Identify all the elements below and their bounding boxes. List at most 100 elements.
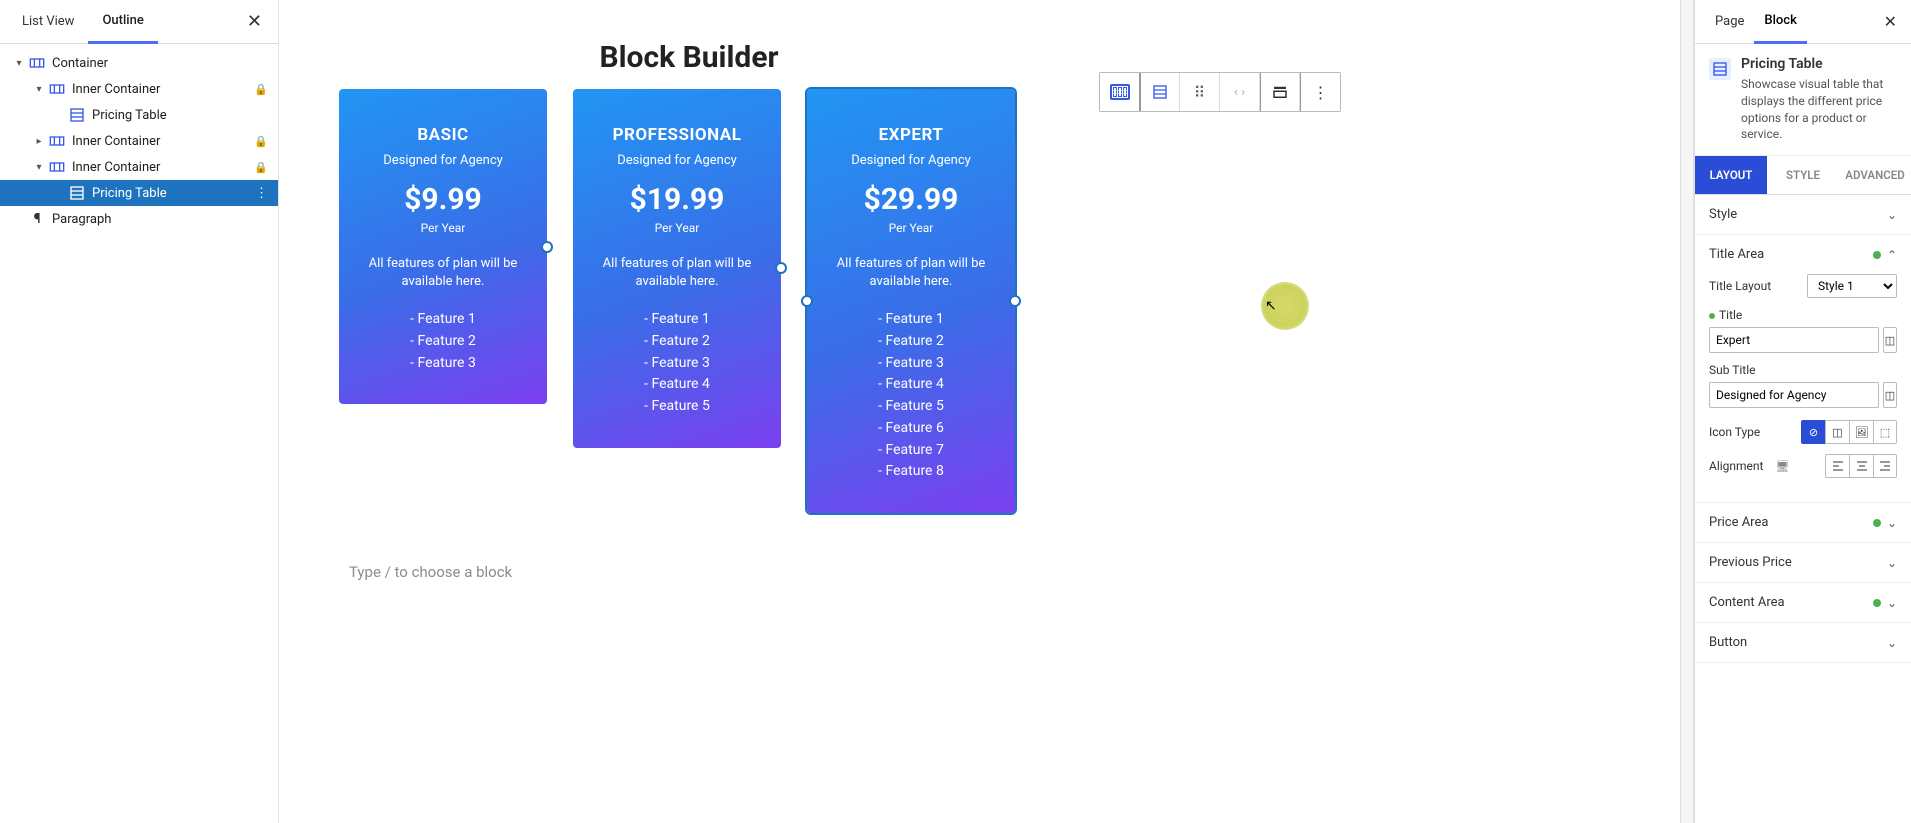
close-right-panel[interactable]: ✕ [1880, 8, 1901, 35]
move-arrows[interactable]: ‹ › [1220, 73, 1260, 111]
drag-handle[interactable]: ⠿ [1180, 73, 1220, 111]
input-title[interactable] [1709, 327, 1879, 353]
input-subtitle[interactable] [1709, 382, 1879, 408]
icon-type-svg[interactable]: ⬚ [1873, 420, 1897, 444]
card-description: All features of plan will be available h… [591, 255, 763, 291]
icon-type-icon[interactable]: ◫ [1825, 420, 1849, 444]
pricing-card[interactable]: PROFESSIONAL Designed for Agency $19.99 … [573, 89, 781, 448]
card-title: EXPERT [825, 125, 997, 145]
responsive-icon[interactable]: 🖥 [1775, 460, 1789, 473]
align-left[interactable] [1825, 454, 1849, 478]
resize-handle[interactable] [801, 295, 813, 307]
card-description: All features of plan will be available h… [357, 255, 529, 291]
resize-handle[interactable] [541, 241, 553, 253]
right-panel-tabs: Page Block ✕ [1695, 0, 1911, 44]
right-panel: Page Block ✕ Pricing Table Showcase visu… [1694, 0, 1911, 823]
scrollbar[interactable] [1680, 0, 1694, 823]
tree-pricing-1[interactable]: Pricing Table [0, 102, 278, 128]
tree-label: Paragraph [52, 212, 268, 227]
active-indicator [1873, 519, 1881, 527]
section-title-area[interactable]: Title Area ⌃ [1695, 235, 1911, 274]
dynamic-content-button[interactable]: ◫ [1883, 327, 1897, 353]
feature-item: - Feature 1 [357, 309, 529, 331]
lock-icon: 🔒 [254, 161, 268, 174]
resize-handle[interactable] [1009, 295, 1021, 307]
section-style[interactable]: Style ⌄ [1695, 195, 1911, 234]
select-title-layout[interactable]: Style 1 [1807, 274, 1897, 298]
tab-list-view[interactable]: List View [8, 0, 88, 44]
card-features: - Feature 1- Feature 2- Feature 3- Featu… [591, 309, 763, 417]
container-icon [28, 54, 46, 72]
parent-block-button[interactable] [1100, 73, 1140, 111]
container-icon [48, 132, 66, 150]
tab-block[interactable]: Block [1754, 0, 1806, 44]
chevron-down-icon: ⌄ [1887, 556, 1897, 570]
card-subtitle: Designed for Agency [825, 153, 997, 168]
chevron-down-icon[interactable]: ▾ [10, 58, 28, 69]
subtab-layout[interactable]: LAYOUT [1695, 156, 1767, 194]
tree-container[interactable]: ▾ Container [0, 50, 278, 76]
icon-type-none[interactable]: ⊘ [1801, 420, 1825, 444]
tab-page[interactable]: Page [1705, 0, 1754, 44]
label-title-layout: Title Layout [1709, 279, 1771, 293]
section-button[interactable]: Button ⌄ [1695, 623, 1911, 662]
align-center[interactable] [1849, 454, 1873, 478]
feature-item: - Feature 8 [825, 461, 997, 483]
block-type-button[interactable] [1140, 73, 1180, 111]
tree-inner-1[interactable]: ▾ Inner Container 🔒 [0, 76, 278, 102]
tree-label: Pricing Table [92, 108, 268, 123]
subtab-style[interactable]: STYLE [1767, 156, 1839, 194]
feature-item: - Feature 6 [825, 418, 997, 440]
feature-item: - Feature 3 [825, 353, 997, 375]
label-icon-type: Icon Type [1709, 425, 1760, 439]
subtab-advanced[interactable]: ADVANCED [1839, 156, 1911, 194]
resize-handle[interactable] [775, 262, 787, 274]
section-price-area[interactable]: Price Area ⌄ [1695, 503, 1911, 542]
block-header: Pricing Table Showcase visual table that… [1695, 44, 1911, 156]
tree-paragraph[interactable]: ¶ Paragraph [0, 206, 278, 232]
more-options[interactable]: ⋮ [1300, 73, 1340, 111]
pricing-card[interactable]: EXPERT Designed for Agency $29.99 Per Ye… [807, 89, 1015, 513]
tree-inner-2[interactable]: ▸ Inner Container 🔒 [0, 128, 278, 154]
chevron-right-icon[interactable]: ▸ [30, 136, 48, 147]
card-description: All features of plan will be available h… [825, 255, 997, 291]
chevron-down-icon[interactable]: ▾ [30, 162, 48, 173]
pricing-cards-row: BASIC Designed for Agency $9.99 Per Year… [339, 89, 1620, 513]
lock-icon: 🔒 [254, 135, 268, 148]
feature-item: - Feature 1 [825, 309, 997, 331]
align-button[interactable] [1260, 73, 1300, 111]
card-price: $29.99 [825, 182, 997, 217]
tab-outline[interactable]: Outline [88, 0, 157, 44]
label-alignment: Alignment [1709, 459, 1763, 473]
chevron-down-icon[interactable]: ▾ [30, 84, 48, 95]
card-subtitle: Designed for Agency [357, 153, 529, 168]
feature-item: - Feature 7 [825, 440, 997, 462]
section-content-area[interactable]: Content Area ⌄ [1695, 583, 1911, 622]
left-panel: List View Outline ✕ ▾ Container ▾ Inner … [0, 0, 279, 823]
feature-item: - Feature 2 [357, 331, 529, 353]
block-placeholder[interactable]: Type / to choose a block [339, 563, 1620, 581]
feature-item: - Feature 1 [591, 309, 763, 331]
section-previous-price[interactable]: Previous Price ⌄ [1695, 543, 1911, 582]
tree-label: Inner Container [72, 82, 254, 97]
label-subtitle: Sub Title [1709, 363, 1756, 377]
block-name: Pricing Table [1741, 56, 1897, 72]
more-icon[interactable]: ⋮ [255, 186, 268, 201]
align-right[interactable] [1873, 454, 1897, 478]
card-price: $9.99 [357, 182, 529, 217]
close-left-panel[interactable]: ✕ [239, 7, 270, 36]
active-indicator [1709, 313, 1715, 319]
canvas[interactable]: Block Builder BASIC Designed for Agency … [279, 0, 1680, 823]
pricing-card[interactable]: BASIC Designed for Agency $9.99 Per Year… [339, 89, 547, 404]
lock-icon: 🔒 [254, 83, 268, 96]
tree-pricing-selected[interactable]: Pricing Table ⋮ [0, 180, 278, 206]
pricing-table-icon [68, 184, 86, 202]
tree-label: Container [52, 56, 268, 71]
label-title: Title [1719, 308, 1742, 322]
icon-type-image[interactable]: 🖼 [1849, 420, 1873, 444]
pricing-table-icon [68, 106, 86, 124]
outline-tree: ▾ Container ▾ Inner Container 🔒 Pricing … [0, 44, 278, 238]
tree-inner-3[interactable]: ▾ Inner Container 🔒 [0, 154, 278, 180]
chevron-down-icon: ⌄ [1887, 208, 1897, 222]
dynamic-content-button[interactable]: ◫ [1883, 382, 1897, 408]
